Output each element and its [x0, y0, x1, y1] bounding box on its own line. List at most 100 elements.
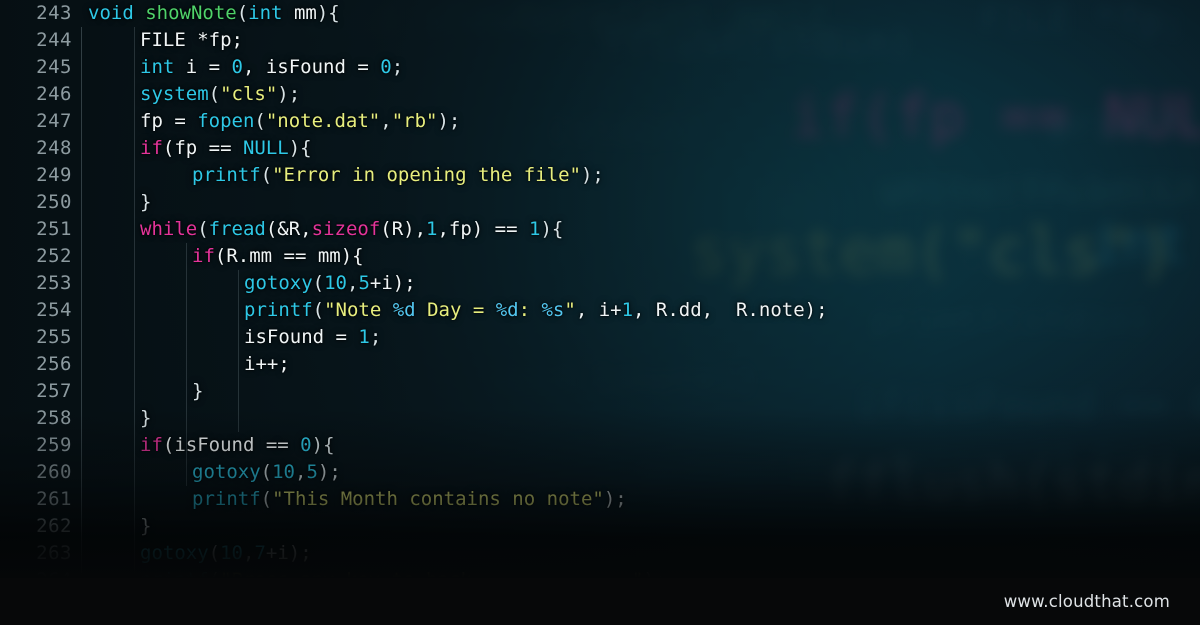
- line-number: 257: [36, 380, 72, 402]
- line-number: 261: [36, 488, 72, 510]
- code-lines[interactable]: 243 void showNote(int mm){244 FILE *fp; 245…: [0, 0, 1200, 578]
- token-kw: if: [192, 245, 215, 267]
- token-str: "note.dat": [265, 110, 381, 132]
- code-line[interactable]: 257}: [0, 378, 1200, 405]
- line-number: 262: [36, 515, 72, 537]
- token-pun: (: [209, 569, 220, 578]
- token-pun: );: [580, 164, 604, 186]
- token-pun: }: [140, 407, 152, 429]
- code-line[interactable]: 244 FILE *fp;: [0, 27, 1200, 54]
- code-line[interactable]: 261 printf("This Month contains no note")…: [0, 486, 1200, 513]
- token-pun: ){: [288, 137, 312, 159]
- line-number: 250: [36, 191, 72, 213]
- token-str: Day =: [415, 299, 496, 321]
- line-number: 252: [36, 245, 72, 267]
- token-fn: printf: [244, 299, 313, 321]
- token-pln: i =: [174, 56, 232, 78]
- token-pun: (: [260, 164, 273, 186]
- token-pun: (: [197, 218, 209, 240]
- token-num: 1: [621, 299, 634, 321]
- line-number: 256: [36, 353, 72, 375]
- token-typ: int: [248, 2, 283, 24]
- code-line[interactable]: 251 while(fread(&R,sizeof(R),1,fp) == 1){: [0, 216, 1200, 243]
- token-pun: (: [254, 110, 266, 132]
- code-screenshot: void showNote(int mm){FILE *fp; fflush(st…: [0, 0, 1200, 625]
- line-source: gotoxy(10,5);: [192, 459, 341, 486]
- token-pun: ,: [294, 461, 307, 483]
- code-line[interactable]: 260 gotoxy(10,5);: [0, 459, 1200, 486]
- token-pln: FILE *fp;: [140, 29, 243, 51]
- code-line[interactable]: 243 void showNote(int mm){: [0, 0, 1200, 27]
- code-line[interactable]: 252 if(R.mm == mm){: [0, 243, 1200, 270]
- token-pun: );: [643, 569, 666, 578]
- token-num: 1: [358, 326, 370, 348]
- token-typ: void: [88, 2, 146, 24]
- code-editor-pane[interactable]: 243 void showNote(int mm){244 FILE *fp; 245…: [0, 0, 1200, 578]
- code-line[interactable]: 253 gotoxy(10,5+i);: [0, 270, 1200, 297]
- token-pun: (: [208, 542, 221, 564]
- token-pln: i++;: [244, 353, 290, 375]
- token-pun: ){: [540, 218, 564, 240]
- token-str: "This Month contains no note": [272, 488, 604, 510]
- line-source: while(fread(&R,sizeof(R),1,fp) == 1){: [140, 216, 563, 243]
- line-number: 246: [36, 83, 72, 105]
- token-pun: );: [277, 83, 301, 105]
- code-line[interactable]: 249 printf("Error in opening the file");: [0, 162, 1200, 189]
- watermark-bar: www.cloudthat.com: [0, 578, 1200, 625]
- token-pun: (: [312, 299, 325, 321]
- code-line[interactable]: 245 int i = 0, isFound = 0;: [0, 54, 1200, 81]
- token-pln: +i);: [265, 542, 312, 564]
- code-line[interactable]: 264 printf("Press any key to back. ");: [0, 567, 1200, 578]
- line-number: 260: [36, 461, 72, 483]
- code-line[interactable]: 259 if(isFound == 0){: [0, 432, 1200, 459]
- token-kw: while: [140, 218, 198, 240]
- code-line[interactable]: 250}: [0, 189, 1200, 216]
- code-line[interactable]: 258}: [0, 405, 1200, 432]
- token-fmt: %s: [541, 299, 565, 321]
- token-str: "rb": [391, 110, 438, 132]
- token-pln: (R.mm == mm){: [214, 245, 364, 267]
- token-num: 1: [529, 218, 541, 240]
- token-pln: , R.dd, R.note);: [633, 299, 828, 321]
- token-fn: printf: [192, 164, 261, 186]
- token-pun: );: [317, 461, 341, 483]
- code-line[interactable]: 246 system("cls");: [0, 81, 1200, 108]
- code-line[interactable]: 248 if(fp == NULL){: [0, 135, 1200, 162]
- line-source: if(fp == NULL){: [140, 135, 312, 162]
- token-pln: (fp ==: [162, 137, 243, 159]
- code-line[interactable]: 263 gotoxy(10,7+i);: [0, 540, 1200, 567]
- code-line[interactable]: 247 fp = fopen("note.dat","rb");: [0, 108, 1200, 135]
- token-typ: int: [140, 56, 175, 78]
- token-str: ": [564, 299, 576, 321]
- token-num: 10: [220, 542, 243, 564]
- token-pun: }: [140, 515, 152, 537]
- line-number: 248: [36, 137, 72, 159]
- line-number: 254: [36, 299, 72, 321]
- token-fmt: %d: [392, 299, 416, 321]
- code-line[interactable]: 262}: [0, 513, 1200, 540]
- line-source: fp = fopen("note.dat","rb");: [140, 108, 460, 135]
- line-number: 263: [36, 542, 72, 564]
- line-number: 255: [36, 326, 72, 348]
- token-pun: (: [208, 83, 221, 105]
- line-number: 253: [36, 272, 72, 294]
- line-source: FILE *fp;: [140, 27, 243, 54]
- token-fn: printf: [192, 488, 261, 510]
- token-fn: gotoxy: [244, 272, 313, 294]
- line-source: gotoxy(10,7+i);: [140, 540, 312, 567]
- token-pun: }: [192, 380, 204, 402]
- line-source: }: [140, 513, 151, 540]
- line-number: 243: [36, 2, 72, 24]
- code-line[interactable]: 255 isFound = 1;: [0, 324, 1200, 351]
- line-source: printf("Error in opening the file");: [192, 162, 604, 189]
- line-number: 258: [36, 407, 72, 429]
- code-line[interactable]: 254 printf("Note %d Day = %d: %s", i+1, R…: [0, 297, 1200, 324]
- token-num: 10: [324, 272, 347, 294]
- token-kw: if: [140, 434, 163, 456]
- token-pln: mm: [282, 2, 317, 24]
- line-number: 264: [0, 567, 72, 578]
- line-source: isFound = 1;: [244, 324, 381, 351]
- code-line[interactable]: 256 i++;: [0, 351, 1200, 378]
- token-pln: isFound =: [244, 326, 359, 348]
- token-num: 7: [254, 542, 266, 564]
